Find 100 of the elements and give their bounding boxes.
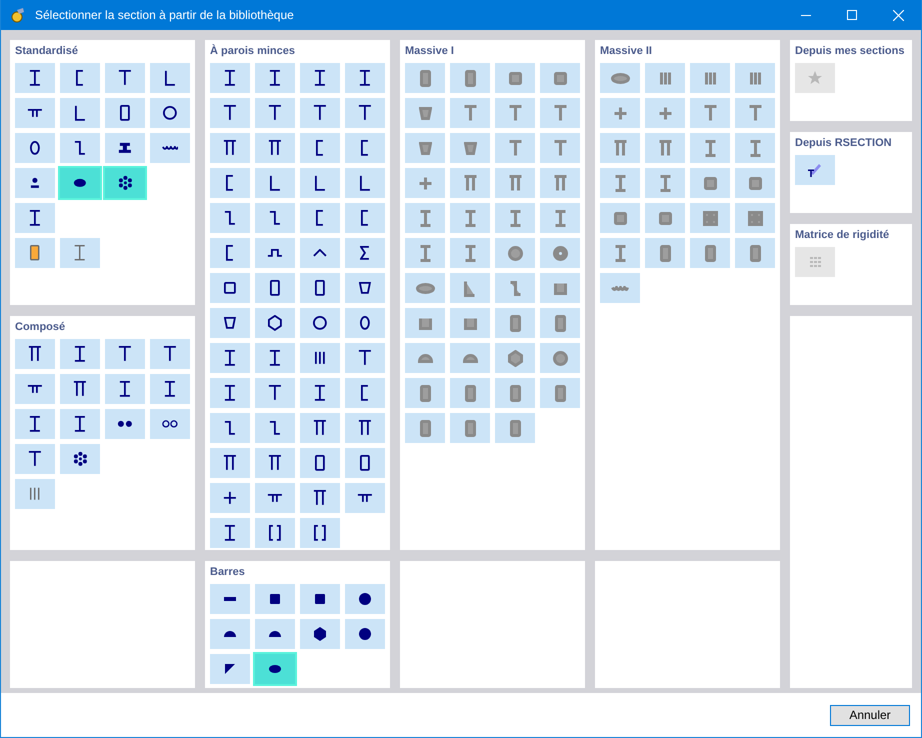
section-button[interactable] <box>300 308 340 338</box>
section-button[interactable] <box>300 448 340 478</box>
section-button[interactable] <box>300 619 340 649</box>
section-button[interactable] <box>300 343 340 373</box>
section-button[interactable] <box>60 168 100 198</box>
section-button[interactable] <box>210 654 250 684</box>
section-button[interactable] <box>255 483 295 513</box>
minimize-icon[interactable] <box>801 14 811 16</box>
section-button[interactable] <box>210 273 250 303</box>
section-button[interactable] <box>345 448 385 478</box>
section-button[interactable] <box>15 98 55 128</box>
section-button[interactable] <box>345 378 385 408</box>
section-button[interactable] <box>60 98 100 128</box>
section-button[interactable] <box>255 168 295 198</box>
section-button[interactable] <box>15 203 55 233</box>
section-button[interactable] <box>150 374 190 404</box>
section-button[interactable] <box>255 203 295 233</box>
section-button[interactable] <box>255 584 295 614</box>
section-button[interactable] <box>15 339 55 369</box>
section-button[interactable] <box>300 273 340 303</box>
section-button[interactable] <box>345 98 385 128</box>
section-button[interactable] <box>210 133 250 163</box>
section-button[interactable] <box>105 63 145 93</box>
section-button[interactable] <box>60 444 100 474</box>
section-button[interactable] <box>15 374 55 404</box>
section-button[interactable] <box>150 98 190 128</box>
section-button[interactable] <box>60 133 100 163</box>
section-button[interactable] <box>15 133 55 163</box>
section-button[interactable] <box>300 378 340 408</box>
section-button[interactable] <box>60 374 100 404</box>
section-button[interactable] <box>255 619 295 649</box>
section-button[interactable] <box>300 413 340 443</box>
section-button[interactable] <box>105 133 145 163</box>
cancel-button[interactable]: Annuler <box>830 704 910 726</box>
section-button[interactable] <box>255 63 295 93</box>
section-button[interactable] <box>15 444 55 474</box>
section-button[interactable] <box>345 343 385 373</box>
section-button[interactable] <box>210 619 250 649</box>
section-button[interactable] <box>300 63 340 93</box>
section-button[interactable] <box>210 203 250 233</box>
section-button[interactable] <box>150 339 190 369</box>
section-button[interactable] <box>105 168 145 198</box>
section-button[interactable] <box>210 238 250 268</box>
section-button[interactable] <box>300 238 340 268</box>
section-button[interactable] <box>210 308 250 338</box>
section-button[interactable] <box>300 584 340 614</box>
close-icon[interactable] <box>892 10 904 20</box>
section-button[interactable] <box>60 63 100 93</box>
section-button[interactable] <box>255 413 295 443</box>
section-button[interactable] <box>255 518 295 548</box>
maximize-icon[interactable] <box>847 10 857 20</box>
section-button[interactable] <box>60 409 100 439</box>
section-button[interactable] <box>255 133 295 163</box>
section-button[interactable] <box>210 518 250 548</box>
section-button[interactable] <box>255 654 295 684</box>
section-button[interactable] <box>150 133 190 163</box>
section-button[interactable] <box>345 273 385 303</box>
section-button[interactable] <box>255 98 295 128</box>
section-button[interactable] <box>345 584 385 614</box>
section-button[interactable] <box>345 619 385 649</box>
section-button[interactable] <box>105 339 145 369</box>
section-button[interactable] <box>210 63 250 93</box>
section-button[interactable] <box>15 168 55 198</box>
section-button[interactable] <box>105 98 145 128</box>
section-button[interactable] <box>210 448 250 478</box>
section-button[interactable] <box>150 409 190 439</box>
section-button[interactable] <box>210 483 250 513</box>
section-button[interactable] <box>345 483 385 513</box>
section-button[interactable] <box>210 98 250 128</box>
section-button[interactable] <box>300 203 340 233</box>
section-button[interactable] <box>255 448 295 478</box>
section-button[interactable] <box>15 63 55 93</box>
section-button[interactable] <box>255 308 295 338</box>
section-button[interactable] <box>105 409 145 439</box>
section-button[interactable] <box>150 63 190 93</box>
section-button[interactable] <box>345 238 385 268</box>
section-button[interactable] <box>345 308 385 338</box>
section-button[interactable] <box>210 378 250 408</box>
section-button[interactable] <box>300 98 340 128</box>
section-button[interactable] <box>300 168 340 198</box>
section-button[interactable] <box>210 584 250 614</box>
section-button[interactable] <box>345 63 385 93</box>
section-button[interactable] <box>255 238 295 268</box>
section-button[interactable] <box>300 133 340 163</box>
section-button[interactable] <box>345 133 385 163</box>
section-button[interactable] <box>60 339 100 369</box>
section-button[interactable] <box>210 413 250 443</box>
section-button[interactable] <box>105 374 145 404</box>
section-button[interactable] <box>300 483 340 513</box>
section-button[interactable] <box>15 409 55 439</box>
section-button[interactable] <box>210 343 250 373</box>
beam-3d-icon <box>808 162 822 178</box>
section-button[interactable] <box>345 203 385 233</box>
section-button[interactable] <box>255 378 295 408</box>
section-button[interactable] <box>210 168 250 198</box>
section-button[interactable] <box>345 168 385 198</box>
section-button[interactable] <box>300 518 340 548</box>
section-button[interactable] <box>345 413 385 443</box>
section-button[interactable] <box>255 343 295 373</box>
section-button[interactable] <box>255 273 295 303</box>
